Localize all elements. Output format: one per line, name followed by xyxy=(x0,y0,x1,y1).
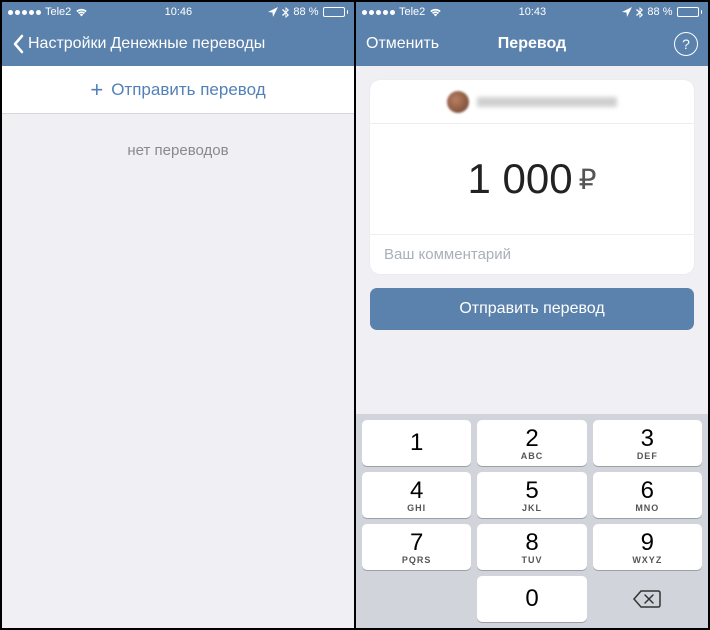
location-icon xyxy=(622,7,632,17)
amount-value: 1 000 xyxy=(468,155,573,203)
help-button[interactable]: ? xyxy=(674,32,698,56)
transfer-card: 1 000 ₽ xyxy=(370,80,694,274)
battery-text: 88 % xyxy=(647,6,672,18)
battery-icon xyxy=(677,7,703,17)
keypad-key-1[interactable]: 1 xyxy=(362,420,471,466)
keypad-backspace[interactable] xyxy=(593,576,702,622)
location-icon xyxy=(268,7,278,17)
send-transfer-label: Отправить перевод xyxy=(111,80,265,100)
clock-label: 10:43 xyxy=(519,6,547,18)
send-button-label: Отправить перевод xyxy=(459,300,604,318)
status-bar: Tele2 10:46 88 % xyxy=(2,2,354,22)
content-area: + Отправить перевод нет переводов xyxy=(2,66,354,628)
recipient-name-redacted xyxy=(477,97,617,107)
cancel-label: Отменить xyxy=(366,35,439,53)
wifi-icon xyxy=(429,8,442,17)
nav-bar: Отменить Перевод ? xyxy=(356,22,708,66)
keypad-blank xyxy=(362,576,471,622)
send-transfer-button[interactable]: + Отправить перевод xyxy=(2,66,354,114)
keypad-key-6[interactable]: 6MNO xyxy=(593,472,702,518)
bluetooth-icon xyxy=(282,7,289,18)
recipient-row[interactable] xyxy=(370,80,694,124)
comment-input[interactable] xyxy=(384,246,680,263)
numeric-keypad: 12ABC3DEF 4GHI5JKL6MNO 7PQRS8TUV9WXYZ 0 xyxy=(356,414,708,628)
plus-icon: + xyxy=(90,79,103,101)
empty-state-label: нет переводов xyxy=(2,142,354,159)
comment-field[interactable] xyxy=(370,234,694,274)
screen-transfer-form: Tele2 10:43 88 % Отменить Перевод ? 1 00… xyxy=(356,2,708,628)
back-label: Настройки xyxy=(28,35,106,53)
back-button[interactable]: Настройки xyxy=(12,34,106,54)
screen-transfers-list: Tele2 10:46 88 % Настройки Денежные пере… xyxy=(2,2,354,628)
page-title: Перевод xyxy=(498,35,566,53)
keypad-key-9[interactable]: 9WXYZ xyxy=(593,524,702,570)
keypad-key-3[interactable]: 3DEF xyxy=(593,420,702,466)
signal-icon xyxy=(362,10,395,15)
page-title: Денежные переводы xyxy=(110,35,265,53)
content-area: 1 000 ₽ Отправить перевод xyxy=(356,66,708,414)
cancel-button[interactable]: Отменить xyxy=(366,35,439,53)
amount-display[interactable]: 1 000 ₽ xyxy=(370,124,694,234)
carrier-label: Tele2 xyxy=(399,6,425,18)
keypad-key-2[interactable]: 2ABC xyxy=(477,420,586,466)
backspace-icon xyxy=(633,589,661,609)
keypad-key-0[interactable]: 0 xyxy=(477,576,586,622)
clock-label: 10:46 xyxy=(165,6,193,18)
question-icon: ? xyxy=(682,36,690,52)
carrier-label: Tele2 xyxy=(45,6,71,18)
nav-bar: Настройки Денежные переводы xyxy=(2,22,354,66)
battery-text: 88 % xyxy=(293,6,318,18)
keypad-key-8[interactable]: 8TUV xyxy=(477,524,586,570)
keypad-key-4[interactable]: 4GHI xyxy=(362,472,471,518)
status-bar: Tele2 10:43 88 % xyxy=(356,2,708,22)
send-button[interactable]: Отправить перевод xyxy=(370,288,694,330)
keypad-key-5[interactable]: 5JKL xyxy=(477,472,586,518)
avatar xyxy=(447,91,469,113)
battery-icon xyxy=(323,7,349,17)
wifi-icon xyxy=(75,8,88,17)
keypad-key-7[interactable]: 7PQRS xyxy=(362,524,471,570)
chevron-left-icon xyxy=(12,34,24,54)
signal-icon xyxy=(8,10,41,15)
currency-symbol: ₽ xyxy=(579,163,597,196)
bluetooth-icon xyxy=(636,7,643,18)
